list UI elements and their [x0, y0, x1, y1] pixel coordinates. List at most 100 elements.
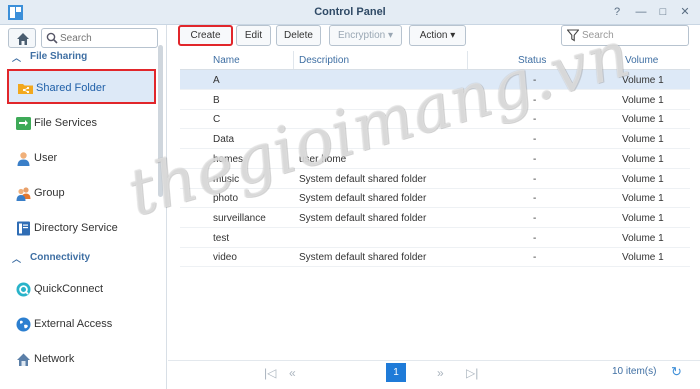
- sidebar-item-label: Network: [34, 353, 75, 365]
- sidebar-item-user[interactable]: User: [7, 141, 156, 176]
- cell-description: user home: [299, 153, 347, 165]
- filter-search[interactable]: Search: [561, 25, 689, 46]
- delete-button[interactable]: Delete: [276, 25, 321, 46]
- sidebar-item-group[interactable]: Group: [7, 176, 156, 211]
- home-button[interactable]: [8, 28, 36, 48]
- cell-status: -: [533, 94, 537, 106]
- table-row[interactable]: homes user home - Volume 1: [180, 149, 690, 169]
- cell-name: B: [213, 94, 220, 106]
- table-row[interactable]: A - Volume 1: [180, 70, 690, 90]
- action-dropdown[interactable]: Action ▾: [409, 25, 466, 46]
- sidebar-scrollbar[interactable]: [158, 45, 163, 197]
- table-row[interactable]: B - Volume 1: [180, 90, 690, 110]
- sidebar-item-network[interactable]: Network: [7, 342, 156, 377]
- cell-status: -: [533, 153, 537, 165]
- filter-placeholder[interactable]: Search: [582, 30, 614, 41]
- cell-status: -: [533, 75, 537, 86]
- create-button[interactable]: Create: [178, 25, 233, 46]
- pagination: |◁ « 1 » ▷| 10 item(s) ↻: [168, 360, 700, 384]
- cell-volume: Volume 1: [622, 134, 664, 146]
- cell-name: C: [213, 114, 221, 126]
- first-page-button[interactable]: |◁: [264, 366, 276, 380]
- sidebar-item-file-services[interactable]: File Services: [7, 106, 156, 141]
- sidebar-search-input[interactable]: [60, 31, 152, 45]
- cell-status: -: [533, 193, 537, 205]
- cell-name: homes: [213, 153, 244, 165]
- chevron-up-icon: ︿: [12, 254, 22, 264]
- table-row[interactable]: photo System default shared folder - Volume…: [180, 188, 690, 209]
- table-row[interactable]: test - Volume 1: [180, 228, 690, 248]
- cell-volume: Volume 1: [622, 252, 664, 264]
- cell-name: A: [213, 75, 220, 86]
- sidebar-item-label: Shared Folder: [36, 82, 106, 94]
- section-connectivity[interactable]: ︿ Connectivity: [0, 252, 157, 268]
- sidebar-item-external-access[interactable]: External Access: [7, 307, 156, 342]
- encryption-dropdown[interactable]: Encryption ▾: [329, 25, 402, 46]
- last-page-button[interactable]: ▷|: [466, 366, 478, 380]
- sidebar-search[interactable]: [41, 28, 158, 48]
- globe-icon: [16, 317, 31, 332]
- column-divider: [293, 51, 294, 69]
- sidebar-item-label: Directory Service: [34, 222, 118, 234]
- cell-description: System default shared folder: [299, 173, 427, 185]
- cell-status: -: [533, 114, 537, 126]
- header-name[interactable]: Name: [213, 55, 240, 66]
- cell-name: photo: [213, 193, 239, 205]
- cell-status: -: [533, 252, 537, 264]
- help-button[interactable]: ?: [609, 4, 625, 20]
- chevron-up-icon: ︿: [12, 53, 22, 63]
- sidebar-item-shared-folder[interactable]: Shared Folder: [7, 69, 156, 104]
- table-row[interactable]: music System default shared folder - Volume…: [180, 169, 690, 189]
- sidebar-item-label: QuickConnect: [34, 283, 104, 295]
- cell-description: System default shared folder: [299, 252, 427, 264]
- cell-name: test: [213, 232, 230, 244]
- item-count: 10 item(s): [612, 366, 657, 377]
- sidebar-item-directory-service[interactable]: Directory Service: [7, 211, 156, 246]
- section-file-sharing[interactable]: ︿ File Sharing: [0, 51, 157, 67]
- minimize-button[interactable]: —: [633, 4, 649, 20]
- home-icon: [17, 33, 29, 45]
- cell-volume: Volume 1: [622, 193, 664, 205]
- network-icon: [17, 353, 30, 366]
- quickconnect-icon: [16, 282, 31, 297]
- window-title: Control Panel: [314, 6, 386, 18]
- section-label: Connectivity: [30, 252, 91, 263]
- close-button[interactable]: ✕: [677, 4, 693, 20]
- next-page-button[interactable]: »: [437, 366, 444, 380]
- cell-description: System default shared folder: [299, 193, 427, 205]
- current-page[interactable]: 1: [386, 363, 406, 382]
- cell-volume: Volume 1: [622, 173, 664, 185]
- prev-page-button[interactable]: «: [289, 366, 296, 380]
- column-divider: [596, 51, 597, 69]
- cell-volume: Volume 1: [622, 153, 664, 165]
- filter-icon: [567, 29, 579, 42]
- header-description[interactable]: Description: [299, 55, 349, 66]
- refresh-icon[interactable]: ↻: [671, 364, 682, 380]
- cell-name: video: [213, 252, 237, 264]
- table-row[interactable]: C - Volume 1: [180, 109, 690, 130]
- sidebar-item-label: Group: [34, 187, 65, 199]
- cell-status: -: [533, 212, 537, 224]
- sidebar: ︿ File Sharing Shared Folder File Servic…: [0, 25, 167, 389]
- cell-description: System default shared folder: [299, 212, 427, 224]
- group-icon: [16, 187, 31, 201]
- header-volume[interactable]: Volume: [625, 55, 658, 66]
- sidebar-item-quickconnect[interactable]: QuickConnect: [7, 272, 156, 307]
- table-row[interactable]: Data - Volume 1: [180, 129, 690, 150]
- user-icon: [17, 152, 30, 166]
- table-row[interactable]: surveillance System default shared folder…: [180, 208, 690, 228]
- title-bar: Control Panel ? — □ ✕: [0, 0, 700, 25]
- sidebar-item-label: User: [34, 152, 58, 164]
- cell-status: -: [533, 134, 537, 146]
- cell-name: music: [213, 173, 240, 185]
- cell-name: surveillance: [213, 212, 266, 224]
- cell-volume: Volume 1: [622, 212, 664, 224]
- table-header: Name Description Status Volume: [180, 51, 690, 70]
- edit-button[interactable]: Edit: [236, 25, 271, 46]
- header-status[interactable]: Status: [518, 55, 546, 66]
- table-row[interactable]: video System default shared folder - Volume…: [180, 247, 690, 268]
- maximize-button[interactable]: □: [655, 4, 671, 20]
- column-divider: [467, 51, 468, 69]
- directory-service-icon: [17, 221, 30, 236]
- search-icon: [46, 32, 58, 44]
